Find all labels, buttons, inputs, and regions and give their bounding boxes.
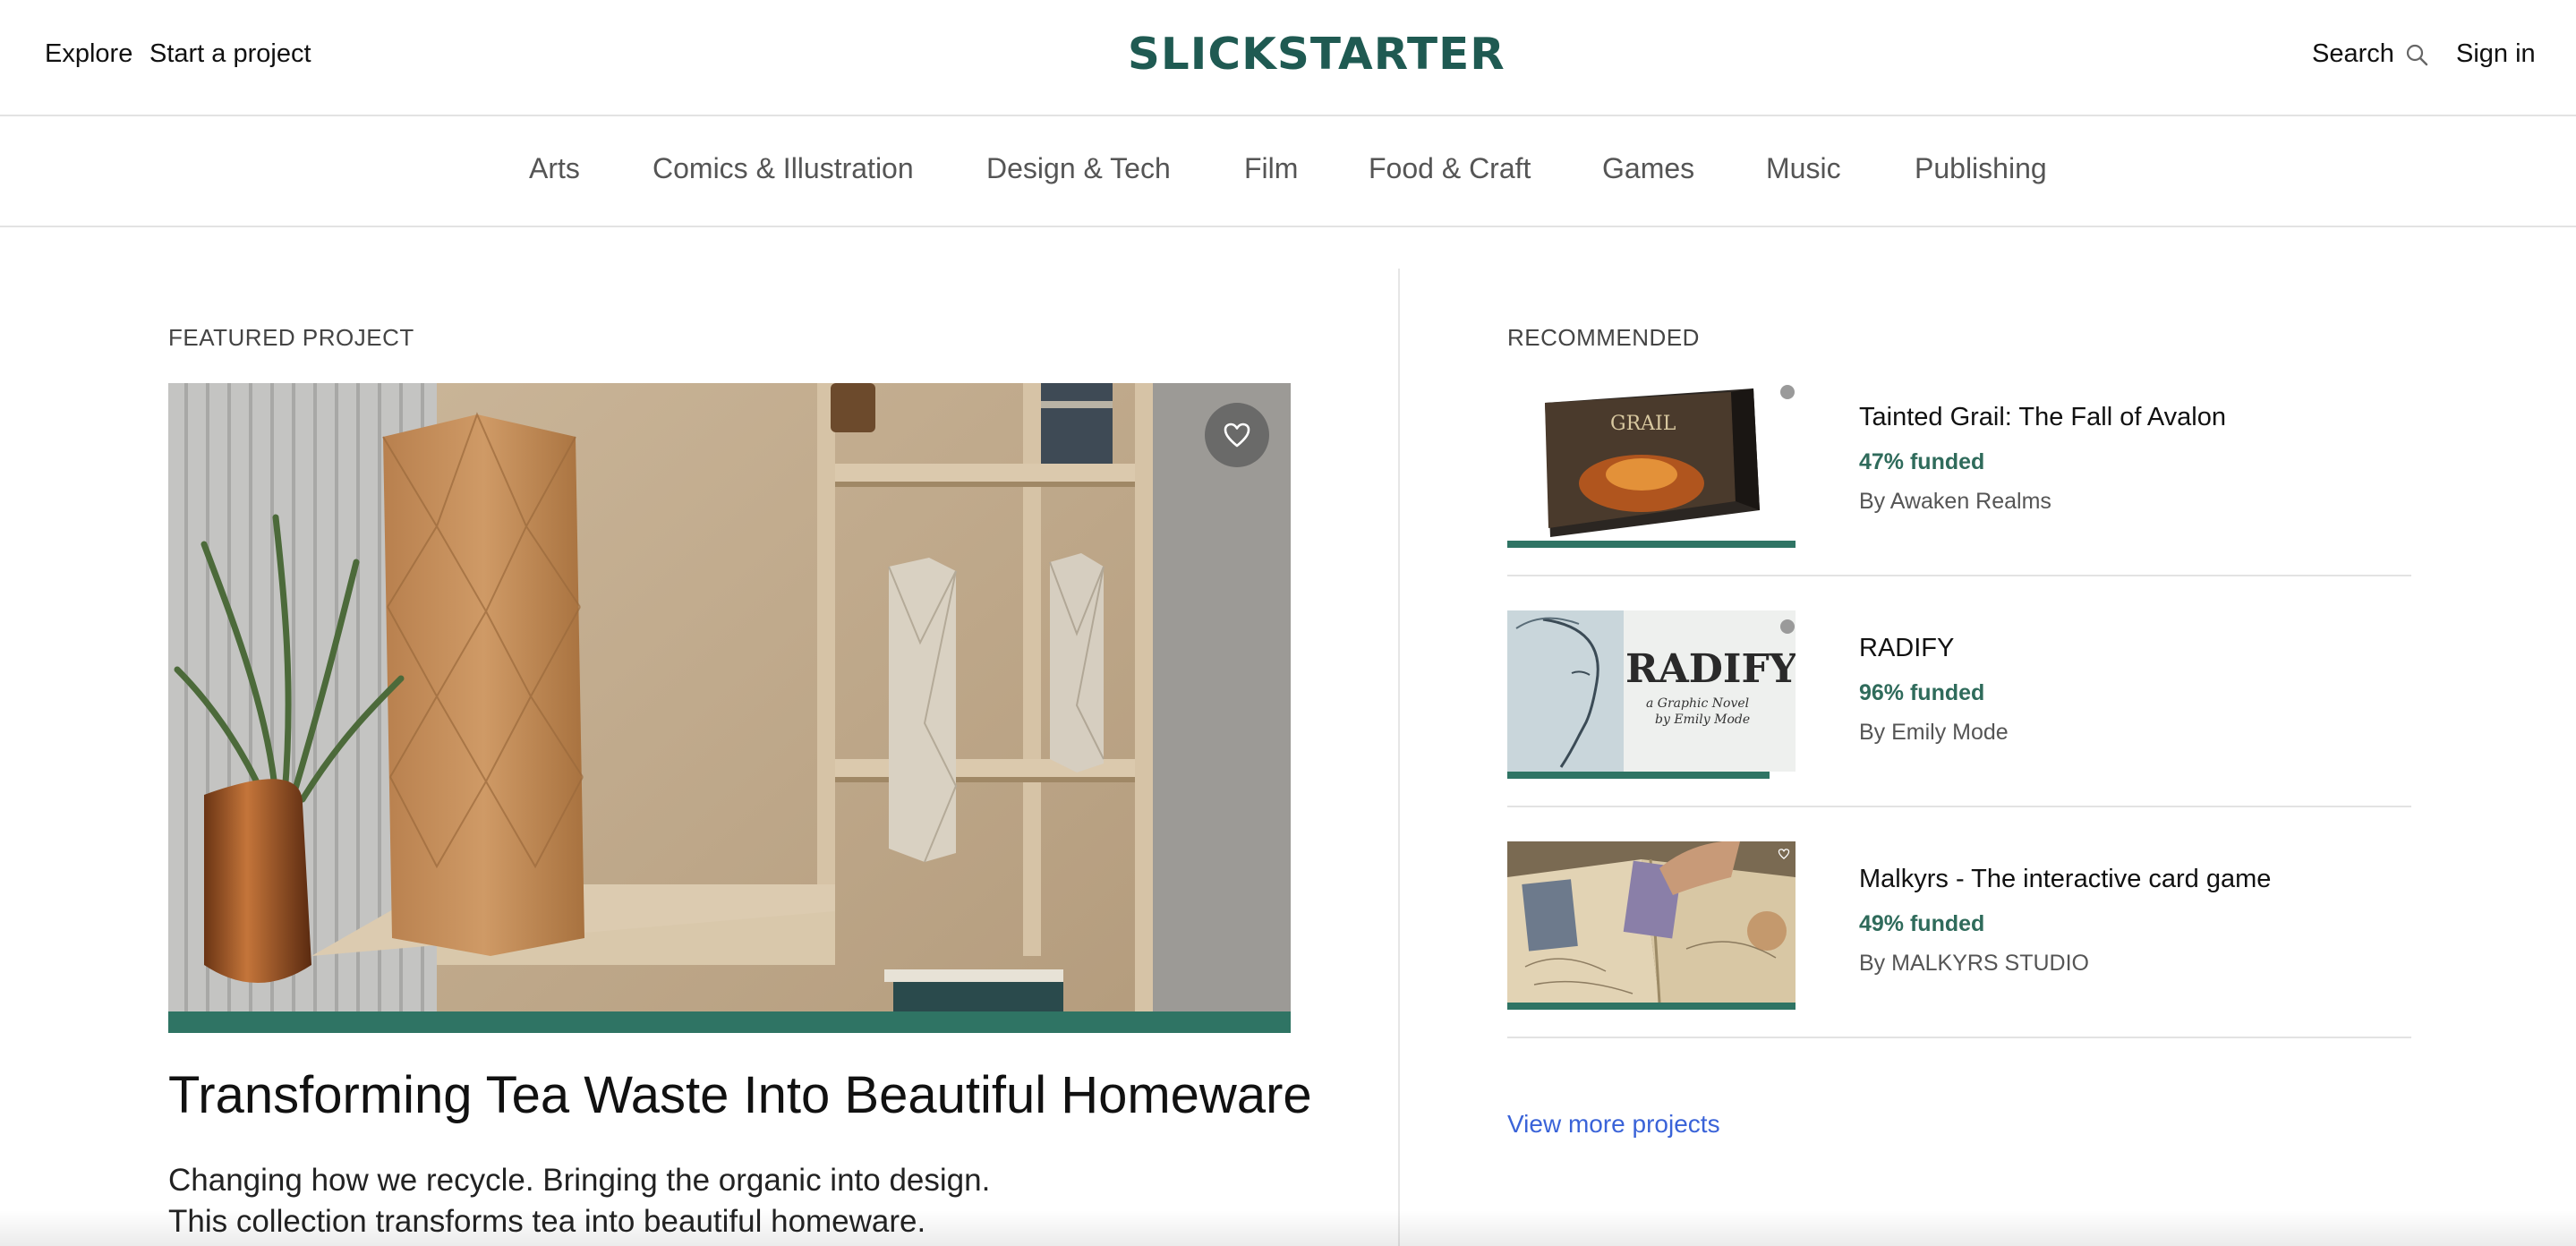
featured-title[interactable]: Transforming Tea Waste Into Beautiful Ho…: [168, 1065, 1312, 1125]
category-games[interactable]: Games: [1602, 152, 1694, 185]
recommended-progress-fill: [1507, 772, 1770, 779]
tainted-grail-box-title: GRAIL: [1610, 413, 1676, 435]
recommended-funded: 96% funded: [1859, 680, 1985, 705]
recommended-creator[interactable]: By MALKYRS STUDIO: [1859, 951, 2089, 977]
recommended-funded: 49% funded: [1859, 911, 1985, 936]
category-food-craft[interactable]: Food & Craft: [1369, 152, 1531, 185]
radify-cover-art: RADIFY a Graphic Novel by Emily Mode: [1507, 610, 1796, 772]
featured-description: Changing how we recycle. Bringing the or…: [168, 1160, 990, 1242]
column-divider: [1398, 269, 1400, 1246]
save-favorite-button[interactable]: [1205, 403, 1269, 467]
radify-cover-subtitle: a Graphic Novel: [1646, 696, 1749, 711]
category-design-tech[interactable]: Design & Tech: [986, 152, 1171, 185]
recommended-progress-bar: [1507, 541, 1796, 548]
dismiss-icon[interactable]: [1780, 619, 1795, 634]
item-separator: [1507, 575, 2411, 576]
category-publishing[interactable]: Publishing: [1915, 152, 2047, 185]
recommended-creator[interactable]: By Emily Mode: [1859, 720, 2009, 746]
recommended-progress-bar: [1507, 772, 1796, 779]
featured-description-line-2: This collection transforms tea into beau…: [168, 1204, 926, 1239]
search-button[interactable]: Search: [2312, 39, 2428, 69]
category-film[interactable]: Film: [1244, 152, 1298, 185]
search-label: Search: [2312, 39, 2394, 68]
radify-cover-author: by Emily Mode: [1655, 713, 1750, 727]
view-more-projects-link[interactable]: View more projects: [1507, 1110, 1720, 1139]
featured-label: FEATURED PROJECT: [168, 324, 414, 351]
item-separator: [1507, 806, 2411, 807]
category-arts[interactable]: Arts: [529, 152, 580, 185]
heart-icon: [1224, 422, 1250, 448]
featured-photo: [168, 383, 1291, 1011]
recommended-thumbnail-radify[interactable]: RADIFY a Graphic Novel by Emily Mode: [1507, 610, 1796, 772]
recommended-title[interactable]: Tainted Grail: The Fall of Avalon: [1859, 403, 2226, 432]
search-icon: [2406, 44, 2428, 65]
recommended-thumbnail-malkyrs[interactable]: [1507, 841, 1796, 1003]
recommended-thumbnail-tainted-grail[interactable]: GRAIL: [1507, 376, 1796, 537]
item-separator: [1507, 1037, 2411, 1038]
category-nav: Arts Comics & Illustration Design & Tech…: [0, 116, 2576, 227]
top-bar: Explore Start a project SLICKSTARTER Sea…: [0, 0, 2576, 116]
recommended-title[interactable]: Malkyrs - The interactive card game: [1859, 865, 2271, 894]
tainted-grail-box-art: GRAIL: [1507, 376, 1796, 537]
radify-cover-title: RADIFY: [1625, 646, 1796, 692]
recommended-item: Malkyrs - The interactive card game 49% …: [1507, 841, 2411, 1072]
featured-progress-bar: [168, 1011, 1291, 1033]
recommended-item: RADIFY a Graphic Novel by Emily Mode RAD…: [1507, 610, 2411, 841]
recommended-creator[interactable]: By Awaken Realms: [1859, 489, 2051, 515]
recommended-progress-bar: [1507, 1003, 1796, 1010]
category-comics-illustration[interactable]: Comics & Illustration: [653, 152, 914, 185]
featured-description-line-1: Changing how we recycle. Bringing the or…: [168, 1163, 991, 1198]
malkyrs-game-art: [1507, 841, 1796, 1003]
featured-project-image[interactable]: [168, 383, 1291, 1011]
recommended-title[interactable]: RADIFY: [1859, 634, 1954, 663]
start-project-link[interactable]: Start a project: [149, 39, 311, 69]
featured-progress-fill: [168, 1011, 1291, 1033]
site-logo[interactable]: SLICKSTARTER: [1128, 29, 1506, 80]
heart-icon[interactable]: [1778, 849, 1790, 859]
category-music[interactable]: Music: [1766, 152, 1841, 185]
recommended-funded: 47% funded: [1859, 449, 1985, 474]
recommended-progress-fill: [1507, 541, 1796, 548]
recommended-progress-fill: [1507, 1003, 1796, 1010]
sign-in-link[interactable]: Sign in: [2456, 39, 2536, 69]
explore-link[interactable]: Explore: [45, 39, 132, 69]
recommended-label: RECOMMENDED: [1507, 324, 1700, 351]
recommended-item: GRAIL Tainted Grail: The Fall of Avalon …: [1507, 376, 2411, 607]
dismiss-icon[interactable]: [1780, 385, 1795, 399]
